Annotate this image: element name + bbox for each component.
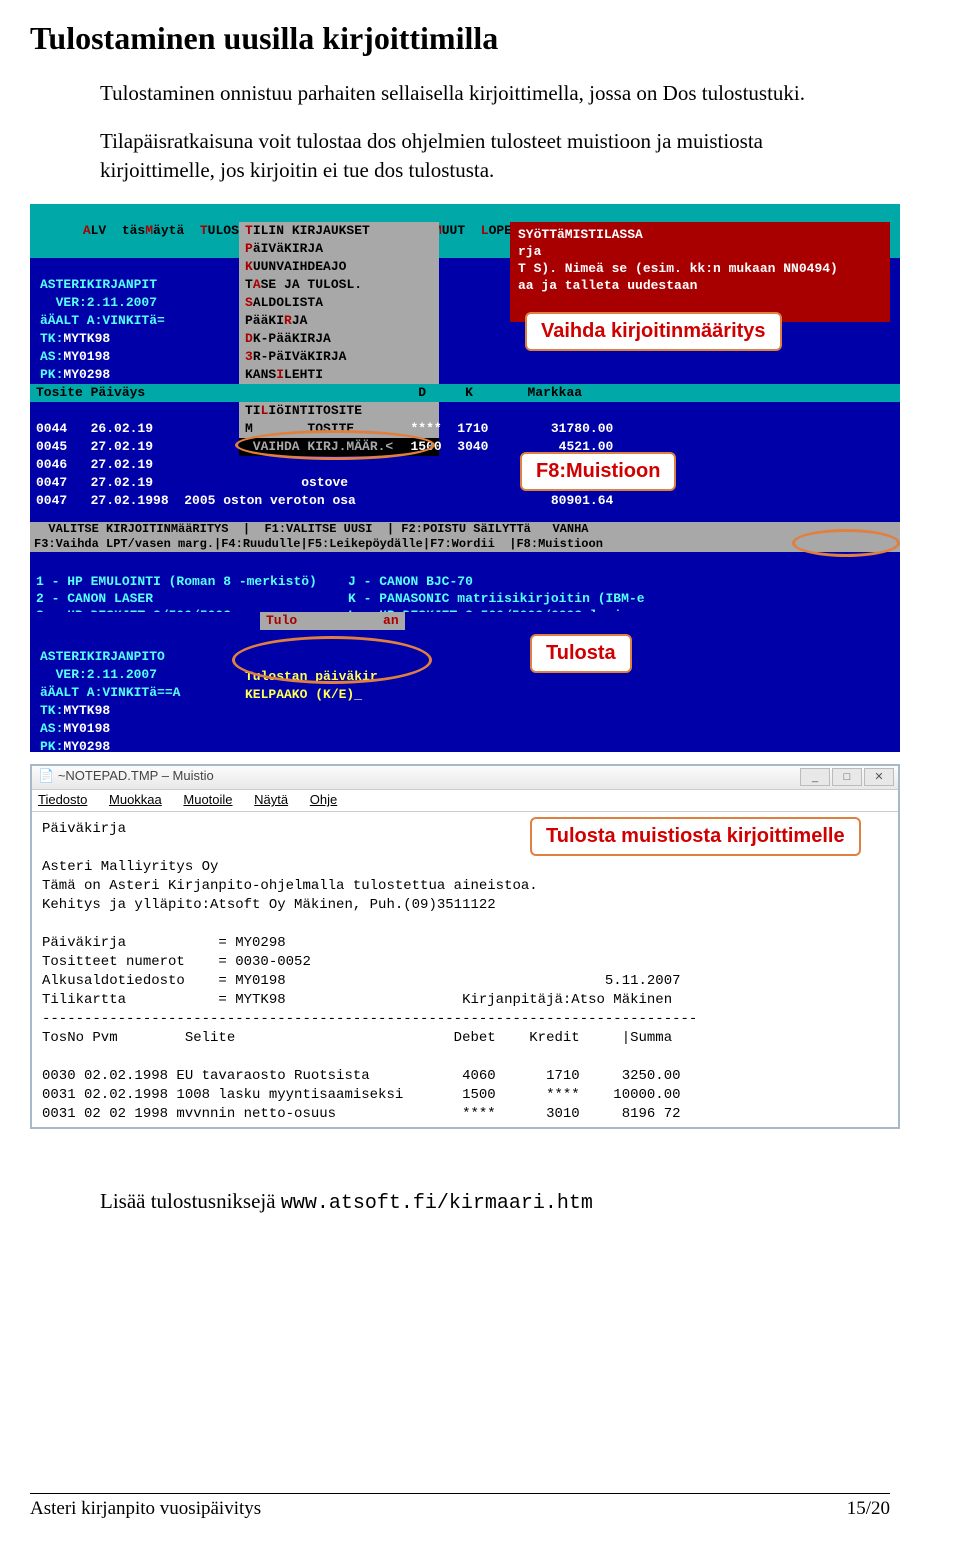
drop-item[interactable]: DK-PääKIRJA bbox=[239, 330, 439, 348]
ellipse-annotation bbox=[232, 636, 432, 684]
dos-red-message: SYöTTäMISTILASSA rja T S). Nimeä se (esi… bbox=[510, 222, 890, 322]
page-footer: Asteri kirjanpito vuosipäivitys 15/20 bbox=[30, 1493, 890, 1520]
printer-option[interactable]: 2 - CANON LASER K - PANASONIC matriisiki… bbox=[36, 591, 645, 606]
printsel-line2: F3:Vaihda LPT/vasen marg.|F4:Ruudulle|F5… bbox=[30, 537, 900, 552]
dos-line: VER:2.11.2007 bbox=[40, 295, 157, 310]
ellipse-annotation bbox=[235, 430, 435, 460]
maximize-button[interactable]: □ bbox=[832, 768, 862, 786]
dos-window-main: ALV täsMäytä TULOSTA LEVYTOIMET MääRiTä … bbox=[30, 204, 900, 522]
dos-printer-select: VALITSE KIRJOITINMääRITYS | F1:VALITSE U… bbox=[30, 522, 900, 612]
dos-line: ASTERIKIRJANPIT bbox=[40, 277, 157, 292]
footer-left: Asteri kirjanpito vuosipäivitys bbox=[30, 1498, 261, 1520]
callout-vaihda: Vaihda kirjoitinmääritys bbox=[525, 312, 782, 351]
menu-help[interactable]: Ohje bbox=[310, 792, 337, 807]
ellipse-annotation bbox=[792, 529, 900, 557]
screenshot-composite: ALV täsMäytä TULOSTA LEVYTOIMET MääRiTä … bbox=[30, 204, 900, 1129]
notepad-titlebar: 📄 ~NOTEPAD.TMP – Muistio _ □ ✕ bbox=[32, 766, 898, 790]
page-title: Tulostaminen uusilla kirjoittimilla bbox=[30, 20, 890, 57]
printer-option[interactable]: 1 - HP EMULOINTI (Roman 8 -merkistö) J -… bbox=[36, 574, 473, 589]
bottom-tip: Lisää tulostusniksejä www.atsoft.fi/kirm… bbox=[100, 1189, 890, 1215]
drop-item[interactable]: PääKIRJA bbox=[239, 312, 439, 330]
drop-item[interactable]: KANSILEHTI bbox=[239, 366, 439, 384]
menu-format[interactable]: Muotoile bbox=[183, 792, 232, 807]
drop-item[interactable]: TASE JA TULOSL. bbox=[239, 276, 439, 294]
menu-edit[interactable]: Muokkaa bbox=[109, 792, 162, 807]
tip-url: www.atsoft.fi/kirmaari.htm bbox=[281, 1192, 593, 1215]
menu-view[interactable]: Näytä bbox=[254, 792, 288, 807]
dos-line: ASTERIKIRJANPITO bbox=[40, 649, 165, 664]
drop-item[interactable]: KUUNVAIHDEAJO bbox=[239, 258, 439, 276]
menu-file[interactable]: Tiedosto bbox=[38, 792, 87, 807]
dos-line: äÄALT A:VINKITä==A bbox=[40, 685, 180, 700]
dos-print-header: Tulo an bbox=[260, 612, 405, 630]
minimize-button[interactable]: _ bbox=[800, 768, 830, 786]
dos-table-header: Tosite Päiväys D K Markkaa bbox=[30, 384, 900, 402]
callout-tulosta: Tulosta bbox=[530, 634, 632, 673]
notepad-icon: 📄 bbox=[38, 768, 54, 783]
drop-item[interactable]: TILIN KIRJAUKSET bbox=[239, 222, 439, 240]
drop-item[interactable]: SALDOLISTA bbox=[239, 294, 439, 312]
drop-item[interactable]: PäIVäKIRJA bbox=[239, 240, 439, 258]
dos-line: VER:2.11.2007 bbox=[40, 667, 157, 682]
drop-item[interactable]: 3R-PäIVäKIRJA bbox=[239, 348, 439, 366]
table-row: 0047 27.02.1998 2005 oston veroton osa 8… bbox=[36, 493, 613, 508]
notepad-title: ~NOTEPAD.TMP – Muistio bbox=[58, 768, 214, 783]
dos-window-print-prompt: Tulo an ASTERIKIRJANPITO VER:2.11.2007 ä… bbox=[30, 612, 900, 752]
close-button[interactable]: ✕ bbox=[864, 768, 894, 786]
dos-table-rows: 0044 26.02.19 **** 1710 31780.00 0045 27… bbox=[30, 402, 900, 522]
footer-right: 15/20 bbox=[847, 1498, 890, 1520]
intro-para-2: Tilapäisratkaisuna voit tulostaa dos ohj… bbox=[100, 127, 820, 184]
notepad-content: Päiväkirja Asteri Malliyritys Oy Tämä on… bbox=[32, 812, 898, 1132]
callout-tulosta-muistiosta: Tulosta muistiosta kirjoittimelle bbox=[530, 817, 861, 856]
callout-f8: F8:Muistioon bbox=[520, 452, 676, 491]
printsel-line1: VALITSE KIRJOITINMääRITYS | F1:VALITSE U… bbox=[30, 522, 900, 537]
intro-para-1: Tulostaminen onnistuu parhaiten sellaise… bbox=[100, 79, 820, 107]
dos-line: äÄALT A:VINKITä= bbox=[40, 313, 165, 328]
notepad-menubar: Tiedosto Muokkaa Muotoile Näytä Ohje bbox=[32, 790, 898, 812]
